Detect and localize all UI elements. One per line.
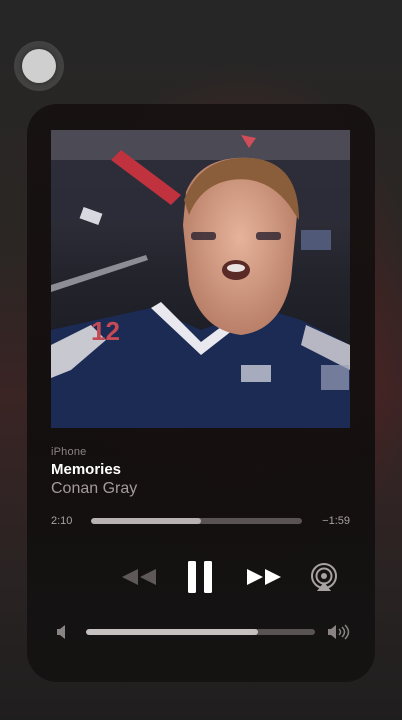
assistive-touch-icon [22, 49, 56, 83]
album-artwork: 12 [51, 130, 350, 428]
speaker-high-icon [328, 624, 350, 640]
playback-controls [27, 559, 375, 595]
now-playing-card: 12 iPhone Memories Conan Gray 2:10 −1:59 [27, 104, 375, 682]
elapsed-time: 2:10 [51, 515, 73, 527]
scrubber-progress [91, 518, 201, 524]
album-artwork-image: 12 [51, 130, 350, 428]
song-title: Memories [51, 461, 122, 478]
playback-source-label: iPhone [51, 446, 87, 458]
airplay-audio-icon [311, 563, 337, 591]
svg-text:12: 12 [91, 316, 120, 346]
pause-icon [188, 561, 212, 593]
speaker-low-icon [57, 625, 65, 639]
fast-forward-icon [247, 569, 281, 585]
remaining-time: −1:59 [322, 515, 350, 527]
rewind-button[interactable] [119, 559, 159, 595]
pause-button[interactable] [182, 559, 218, 595]
fast-forward-button[interactable] [244, 559, 284, 595]
assistive-touch-button[interactable] [14, 41, 64, 91]
airplay-button[interactable] [307, 559, 341, 595]
artist-name: Conan Gray [51, 480, 138, 497]
volume-slider[interactable] [86, 629, 315, 635]
volume-level [86, 629, 258, 635]
volume-control [27, 622, 375, 642]
playback-scrubber[interactable] [91, 518, 302, 524]
rewind-icon [122, 569, 156, 585]
